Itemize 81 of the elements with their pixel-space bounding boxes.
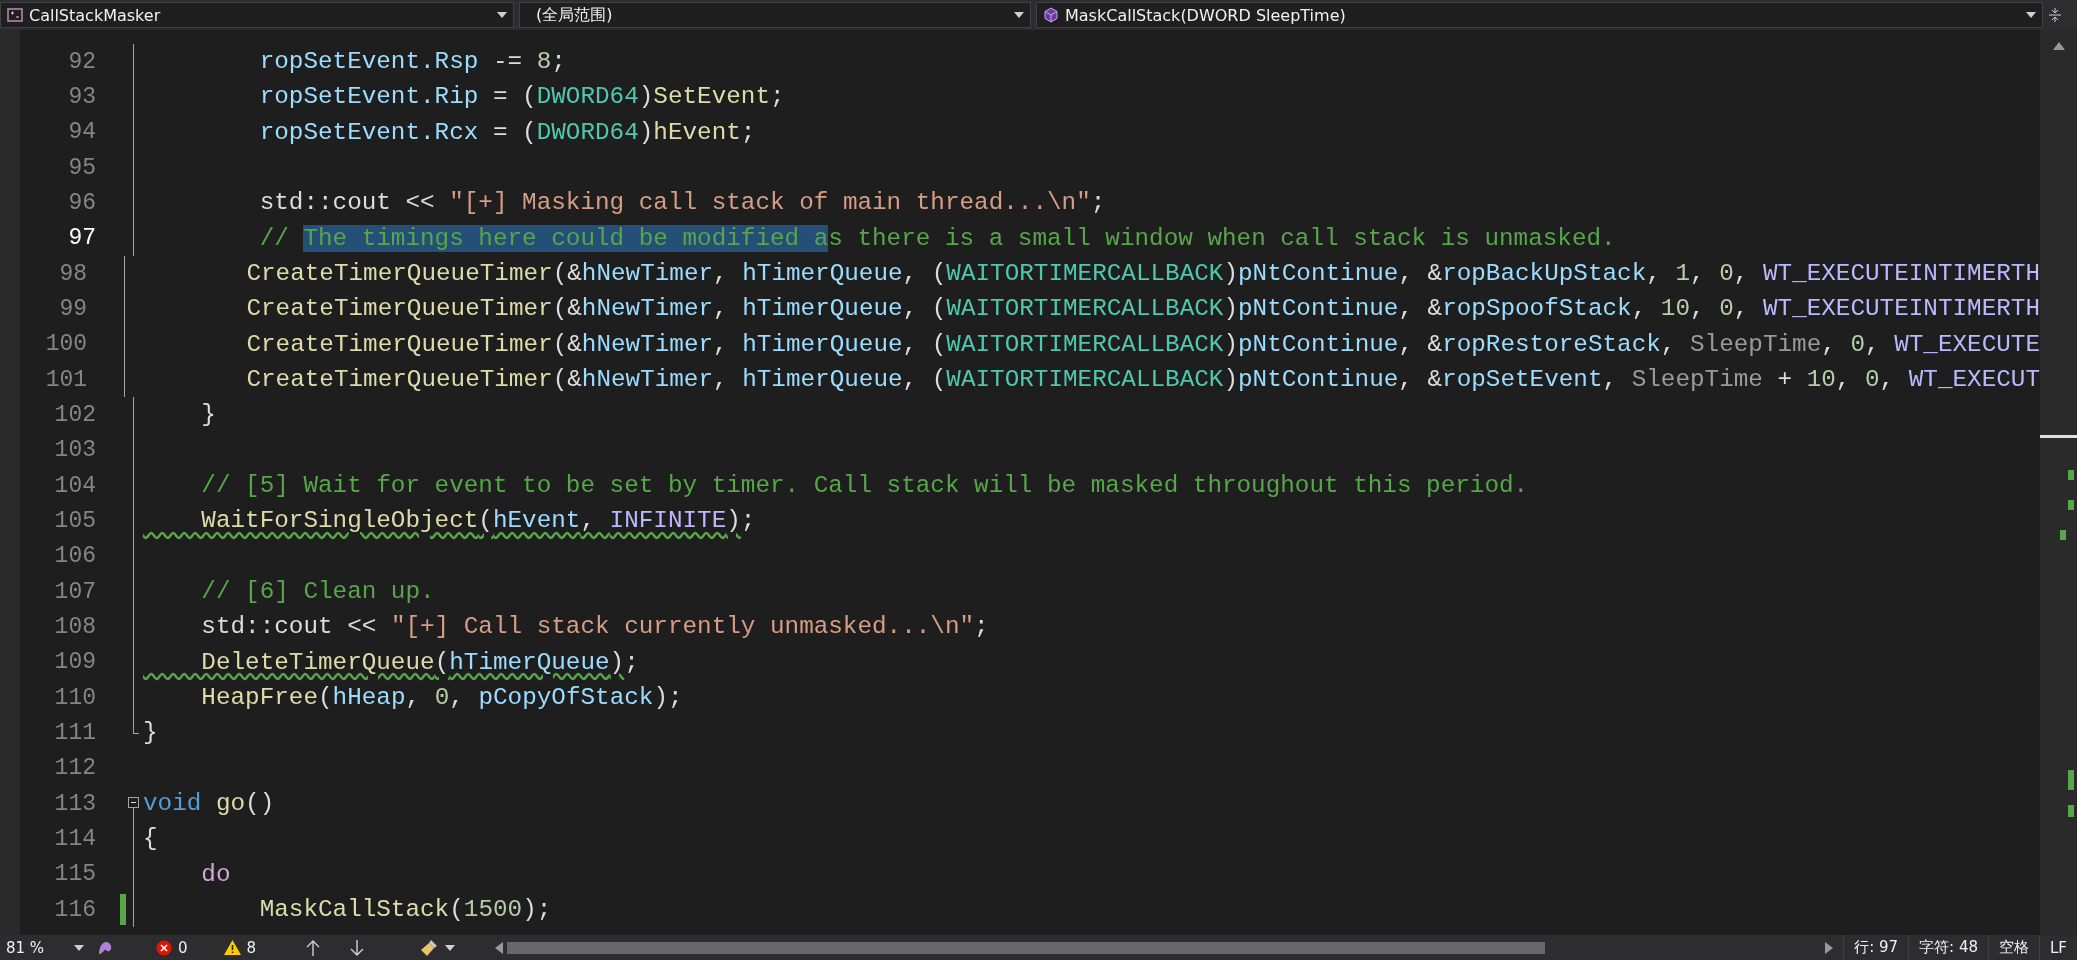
scroll-up-icon[interactable] [2052, 42, 2065, 50]
code-line: CreateTimerQueueTimer(&hNewTimer, hTimerQueue, (WAITORTIMERCALLBACK)pNtContinue, &ropSpoofStack, 10, 0, WT_EXECUTEINTIMERTH [245, 295, 2040, 323]
code-line: // [5] Wait for event to be set by timer. Call stack will be masked throughout this period. [200, 472, 1529, 500]
scroll-left-icon[interactable] [495, 941, 504, 954]
line-number: 105 [53, 507, 96, 534]
line-ending-indicator[interactable]: LF [2039, 935, 2077, 960]
column-indicator[interactable]: 字符: 48 [1908, 935, 1988, 960]
code-line: MaskCallStack(1500); [258, 896, 552, 924]
code-line: HeapFree(hHeap, 0, pCopyOfStack); [200, 684, 683, 712]
line-number: 95 [67, 154, 96, 181]
collapse-icon[interactable] [128, 796, 139, 808]
line-number: 94 [67, 119, 96, 146]
code-line: // [6] Clean up. [200, 578, 435, 606]
warning-icon[interactable] [223, 940, 241, 955]
line-number: 112 [53, 755, 96, 782]
line-number: 108 [53, 613, 96, 640]
line-number: 92 [67, 48, 96, 75]
line-number: 113 [53, 790, 96, 817]
line-number: 106 [53, 543, 96, 570]
scroll-marker [2068, 470, 2074, 480]
line-number: 97 [67, 225, 96, 252]
code-line: CreateTimerQueueTimer(&hNewTimer, hTimerQueue, (WAITORTIMERCALLBACK)pNtContinue, &ropSetEvent, SleepTime + 10, 0, WT_EXECUT [245, 366, 2040, 394]
code-line: } [200, 401, 216, 429]
code-line: do [200, 860, 231, 888]
code-line: ropSetEvent.Rsp -= 8; [258, 48, 566, 76]
line-number: 111 [53, 719, 96, 746]
code-line: void go() [143, 790, 275, 818]
line-number: 101 [44, 366, 88, 393]
down-arrow-icon[interactable] [350, 939, 365, 956]
line-number: 100 [44, 331, 88, 358]
scroll-marker [2060, 530, 2066, 540]
indent-indicator[interactable]: 空格 [1988, 935, 2039, 960]
cube-icon [1043, 7, 1059, 23]
scroll-marker [2068, 500, 2074, 510]
line-number: 116 [53, 896, 96, 923]
line-indicator[interactable]: 行: 97 [1843, 935, 1909, 960]
member-dropdown[interactable]: MaskCallStack(DWORD SleepTime) [1036, 2, 2043, 28]
line-number: 98 [58, 260, 88, 287]
code-line: // The timings here could be modified as there is a small window when call stack is unmasked. [258, 224, 1616, 252]
zoom-dropdown[interactable]: 81 % [0, 938, 90, 957]
line-number: 102 [53, 401, 96, 428]
code-line: CreateTimerQueueTimer(&hNewTimer, hTimerQueue, (WAITORTIMERCALLBACK)pNtContinue, &ropBackUpStack, 1, 0, WT_EXECUTEINTIMERTH [245, 260, 2040, 288]
code-line: DeleteTimerQueue(hTimerQueue); [200, 648, 639, 676]
scope-dropdown[interactable]: (全局范围) [519, 2, 1031, 28]
split-icon[interactable] [2048, 7, 2062, 23]
scroll-marker [2068, 770, 2074, 790]
error-count[interactable]: 0 [178, 938, 188, 957]
vertical-scrollbar[interactable] [2040, 30, 2077, 935]
line-number: 96 [67, 189, 96, 216]
line-number: 114 [53, 825, 96, 852]
code-line: std::cout << "[+] Call stack currently unmasked...\n"; [200, 613, 989, 641]
line-number: 104 [53, 472, 96, 499]
project-icon [7, 7, 23, 23]
error-icon[interactable] [156, 939, 172, 956]
scroll-position-marker [2040, 435, 2077, 438]
code-line: { [143, 825, 158, 853]
caret-icon [445, 944, 456, 951]
scroll-marker [2068, 805, 2074, 817]
up-arrow-icon[interactable] [306, 939, 321, 956]
project-dropdown[interactable]: CallStackMasker [0, 2, 514, 28]
line-number: 109 [53, 649, 96, 676]
line-number: 93 [67, 84, 96, 110]
code-line: CreateTimerQueueTimer(&hNewTimer, hTimerQueue, (WAITORTIMERCALLBACK)pNtContinue, &ropRestoreStack, SleepTime, 0, WT_EXECUTE [245, 330, 2040, 358]
caret-icon [1014, 12, 1024, 18]
code-line: std::cout << "[+] Masking call stack of main thread...\n"; [258, 189, 1106, 217]
scroll-right-icon[interactable] [1825, 941, 1834, 954]
line-number: 110 [53, 684, 96, 711]
line-number: 115 [53, 861, 96, 888]
warning-count[interactable]: 8 [246, 938, 257, 957]
caret-icon [2026, 12, 2036, 18]
line-number: 103 [53, 437, 96, 464]
code-line: } [143, 719, 158, 747]
caret-icon [497, 12, 507, 18]
code-line: ropSetEvent.Rip = (DWORD64)SetEvent; [258, 83, 785, 111]
line-number: 99 [58, 295, 88, 322]
code-line: ropSetEvent.Rcx = (DWORD64)hEvent; [258, 118, 756, 146]
code-editor[interactable] [0, 30, 2040, 935]
code-line: WaitForSingleObject(hEvent, INFINITE); [200, 507, 756, 535]
line-number: 107 [53, 578, 96, 605]
brush-icon[interactable] [419, 938, 440, 957]
caret-icon [74, 944, 84, 951]
